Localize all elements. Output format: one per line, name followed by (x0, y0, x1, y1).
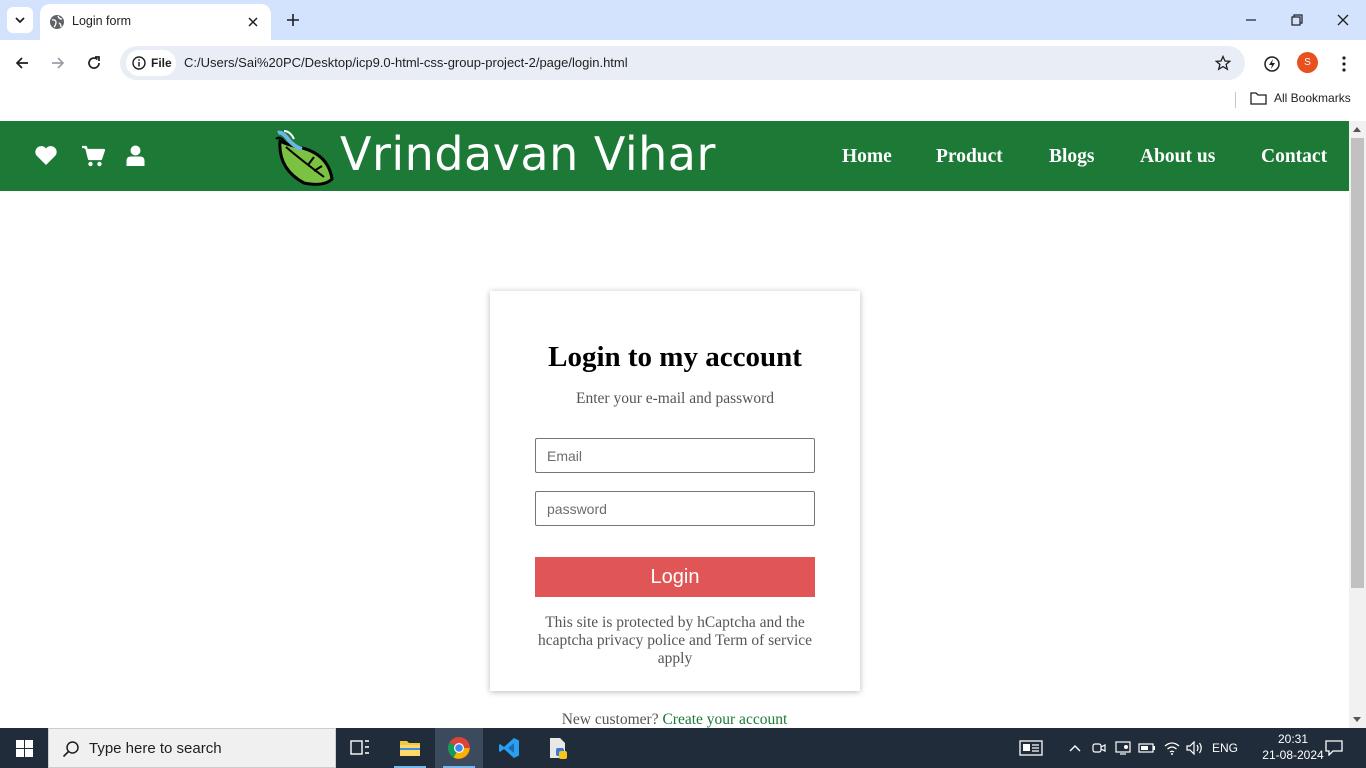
scroll-up-arrow-icon[interactable] (1353, 127, 1361, 132)
scroll-thumb[interactable] (1351, 138, 1364, 588)
minimize-icon (1246, 19, 1256, 21)
volume-icon[interactable] (1185, 728, 1205, 768)
performance-icon (1264, 56, 1280, 72)
show-hidden-icons-button[interactable] (1066, 728, 1084, 768)
bookmark-star-button[interactable] (1213, 53, 1233, 73)
news-widget-button[interactable] (1016, 728, 1046, 768)
scroll-down-arrow-icon[interactable] (1353, 717, 1361, 722)
login-button[interactable]: Login (535, 557, 815, 597)
vscode-taskbar-button[interactable] (485, 728, 533, 768)
password-field[interactable] (535, 491, 815, 526)
nav-link-about[interactable]: About us (1140, 146, 1215, 168)
cart-icon (82, 145, 105, 167)
news-icon (1019, 740, 1043, 756)
close-window-button[interactable] (1320, 6, 1366, 34)
site-info-chip[interactable]: File (126, 50, 176, 76)
new-tab-button[interactable] (282, 9, 304, 31)
nav-link-contact[interactable]: Contact (1261, 146, 1327, 168)
tab-close-button[interactable] (243, 12, 263, 32)
tab-search-button[interactable] (7, 7, 33, 33)
windows-logo-icon (15, 739, 33, 757)
account-button[interactable] (126, 145, 145, 166)
nav-link-home[interactable]: Home (842, 146, 892, 168)
clock-date: 21-08-2024 (1262, 748, 1324, 762)
minimize-button[interactable] (1228, 6, 1274, 34)
star-icon (1215, 55, 1231, 71)
new-customer-text: New customer? (561, 711, 659, 728)
meet-now-icon[interactable] (1090, 728, 1108, 768)
extension-button[interactable] (1259, 51, 1285, 77)
chevron-down-icon (15, 17, 25, 24)
site-header: Vrindavan Vihar Home Product Blogs About… (0, 121, 1349, 191)
restore-button[interactable] (1274, 6, 1320, 34)
globe-icon (50, 15, 64, 29)
url-text[interactable]: C:/Users/Sai%20PC/Desktop/icp9.0-html-cs… (184, 55, 628, 70)
login-subtitle: Enter your e-mail and password (576, 390, 774, 407)
login-title: Login to my account (548, 341, 802, 373)
bookmarks-bar: All Bookmarks (0, 86, 1366, 115)
document-python-icon (550, 738, 567, 759)
close-icon (1337, 14, 1349, 26)
brand-name[interactable]: Vrindavan Vihar (340, 127, 716, 181)
vscode-icon (499, 738, 519, 758)
taskbar-search-placeholder: Type here to search (89, 740, 222, 757)
start-button[interactable] (0, 728, 48, 768)
search-icon (62, 740, 80, 763)
reload-button[interactable] (81, 50, 107, 76)
bookmarks-divider (1235, 92, 1236, 108)
plus-icon (287, 14, 299, 26)
site-chip-label: File (151, 56, 172, 70)
arrow-right-icon (52, 57, 65, 69)
clock-time: 20:31 (1277, 732, 1309, 746)
browser-tab-active[interactable]: Login form (40, 4, 271, 40)
system-clock[interactable]: 20:31 21-08-2024 (1258, 731, 1328, 763)
forward-button[interactable] (45, 50, 71, 76)
reload-icon (88, 56, 100, 69)
language-indicator[interactable]: ENG (1212, 741, 1238, 755)
taskbar-search-box[interactable]: Type here to search (48, 728, 336, 768)
display-icon[interactable] (1114, 728, 1132, 768)
tab-title: Login form (72, 14, 132, 28)
captcha-note: This site is protected by hCaptcha and t… (537, 614, 813, 667)
restore-icon (1291, 14, 1303, 26)
folder-icon (1250, 92, 1267, 105)
file-explorer-button[interactable] (386, 728, 434, 768)
windows-taskbar: Type here to search ENG 20:31 21-08-2024 (0, 728, 1366, 768)
browser-menu-button[interactable] (1331, 51, 1357, 77)
notification-icon (1325, 740, 1343, 756)
leaf-logo-icon (275, 130, 334, 186)
login-card: Login to my account Enter your e-mail an… (490, 291, 860, 691)
more-vertical-icon (1342, 56, 1346, 72)
heart-icon (35, 146, 57, 165)
nav-link-product[interactable]: Product (936, 146, 1003, 168)
arrow-left-icon (15, 57, 28, 69)
chrome-icon (448, 737, 470, 759)
back-button[interactable] (9, 50, 35, 76)
chrome-taskbar-button[interactable] (435, 728, 483, 768)
profile-avatar[interactable]: S (1297, 52, 1318, 73)
address-bar[interactable]: File C:/Users/Sai%20PC/Desktop/icp9.0-ht… (120, 46, 1245, 80)
task-view-icon (350, 740, 369, 755)
signup-line: New customer? Create your account (0, 711, 1349, 728)
battery-icon[interactable] (1138, 728, 1156, 768)
user-icon (126, 145, 145, 166)
nav-link-blogs[interactable]: Blogs (1049, 146, 1095, 168)
browser-tab-strip: Login form (0, 0, 1366, 40)
chevron-up-icon (1069, 745, 1081, 752)
cart-button[interactable] (81, 145, 105, 167)
all-bookmarks-button[interactable]: All Bookmarks (1250, 91, 1351, 105)
close-icon (248, 17, 258, 27)
page-viewport: Vrindavan Vihar Home Product Blogs About… (0, 121, 1349, 728)
wishlist-button[interactable] (34, 145, 58, 166)
wifi-icon[interactable] (1162, 728, 1182, 768)
create-account-link[interactable]: Create your account (662, 711, 787, 728)
notifications-button[interactable] (1320, 728, 1348, 768)
info-icon (132, 56, 146, 70)
email-field[interactable] (535, 438, 815, 473)
page-scrollbar[interactable] (1349, 121, 1366, 728)
task-view-button[interactable] (336, 728, 384, 768)
python-file-taskbar-button[interactable] (534, 728, 582, 768)
folder-icon (400, 741, 420, 756)
all-bookmarks-label: All Bookmarks (1274, 91, 1351, 105)
